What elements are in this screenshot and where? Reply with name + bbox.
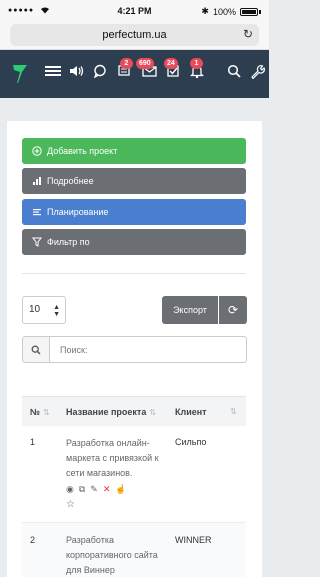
table-row: 1 Разработка онлайн-маркета с привязкой … [22,426,246,523]
edit-icon[interactable]: ✎ [90,484,98,495]
content-panel: Добавить проект Подробнее Планирование Ф… [7,121,262,577]
search-input[interactable] [49,336,247,363]
page-size-select[interactable]: 10 ▲ ▼ [22,296,66,324]
list-icon [33,209,41,216]
filter-button[interactable]: Фильтр по [22,229,246,255]
row-number: 1 [30,437,36,447]
sort-arrows-icon: ▲ ▼ [53,304,60,318]
page-size-value: 10 [29,304,41,315]
ios-status-bar: ●●●●● 4:21 PM ✱ 100% [0,0,269,22]
star-icon[interactable]: ☆ [66,499,162,510]
project-name-link[interactable]: Разработка корпоративного сайта для Винн… [66,533,162,577]
logo-icon[interactable] [12,64,28,84]
column-client[interactable]: Клиент [175,407,207,417]
column-project-name[interactable]: Название проекта ⇅ [66,407,156,417]
delete-icon[interactable]: ✕ [103,484,111,495]
reload-icon[interactable]: ↻ [243,27,253,41]
planning-button[interactable]: Планирование [22,199,246,225]
menu-icon[interactable] [44,64,62,82]
search-icon[interactable] [225,64,243,82]
url-field[interactable]: perfectum.ua [10,24,259,46]
app-topbar: 2 690 24 1 [0,50,269,98]
mail-icon[interactable]: 690 [136,58,158,82]
project-cell: Разработка онлайн-маркета с привязкой к … [66,436,162,510]
volume-icon[interactable] [67,64,85,82]
client-cell: WINNER [175,535,212,545]
battery-icon [240,7,258,16]
project-cell: Разработка корпоративного сайта для Винн… [66,533,162,577]
divider [22,273,246,274]
filter-icon [32,237,42,247]
bar-chart-icon [33,177,41,185]
notifications-badge: 1 [190,58,203,69]
view-icon[interactable]: ◉ [66,484,74,495]
refresh-button[interactable]: ⟳ [219,296,247,324]
bell-icon[interactable]: 1 [188,58,206,82]
column-number[interactable]: № ⇅ [30,407,50,417]
details-button[interactable]: Подробнее [22,168,246,194]
planning-label: Планирование [47,207,109,217]
sort-icon: ⇅ [43,408,50,417]
refresh-icon: ⟳ [227,303,239,317]
table-row: 2 Разработка корпоративного сайта для Ви… [22,523,246,577]
wrench-icon[interactable] [248,64,266,82]
sort-icon[interactable]: ⇅ [230,407,237,416]
client-cell: Сильпо [175,437,207,447]
browser-address-bar: perfectum.ua ↻ [0,22,269,50]
mail-badge: 690 [136,58,154,69]
export-button[interactable]: Экспорт [162,296,218,324]
sort-icon: ⇅ [149,408,157,417]
add-project-label: Добавить проект [47,146,118,156]
bluetooth-icon: ✱ [201,6,209,16]
table-header: № ⇅ Название проекта ⇅ Клиент ⇅ [22,396,246,426]
row-number: 2 [30,535,36,545]
messages-icon[interactable]: 2 [115,58,133,82]
row-actions: ◉ ⧉ ✎ ✕ ☝ [66,484,162,495]
add-project-button[interactable]: Добавить проект [22,138,246,164]
chat-icon[interactable] [91,64,109,82]
search-addon [22,336,50,363]
battery-area: ✱ 100% [201,6,261,17]
messages-badge: 2 [120,58,133,69]
battery-percent: 100% [212,6,236,17]
project-name-link[interactable]: Разработка онлайн-маркета с привязкой к … [66,436,162,481]
plus-circle-icon [32,146,42,156]
tasks-badge: 24 [164,58,178,69]
tasks-icon[interactable]: 24 [164,58,182,82]
copy-icon[interactable]: ⧉ [79,484,85,495]
details-label: Подробнее [47,176,94,186]
hand-icon[interactable]: ☝ [115,484,126,495]
search-icon [31,345,41,355]
filter-label: Фильтр по [47,237,90,247]
